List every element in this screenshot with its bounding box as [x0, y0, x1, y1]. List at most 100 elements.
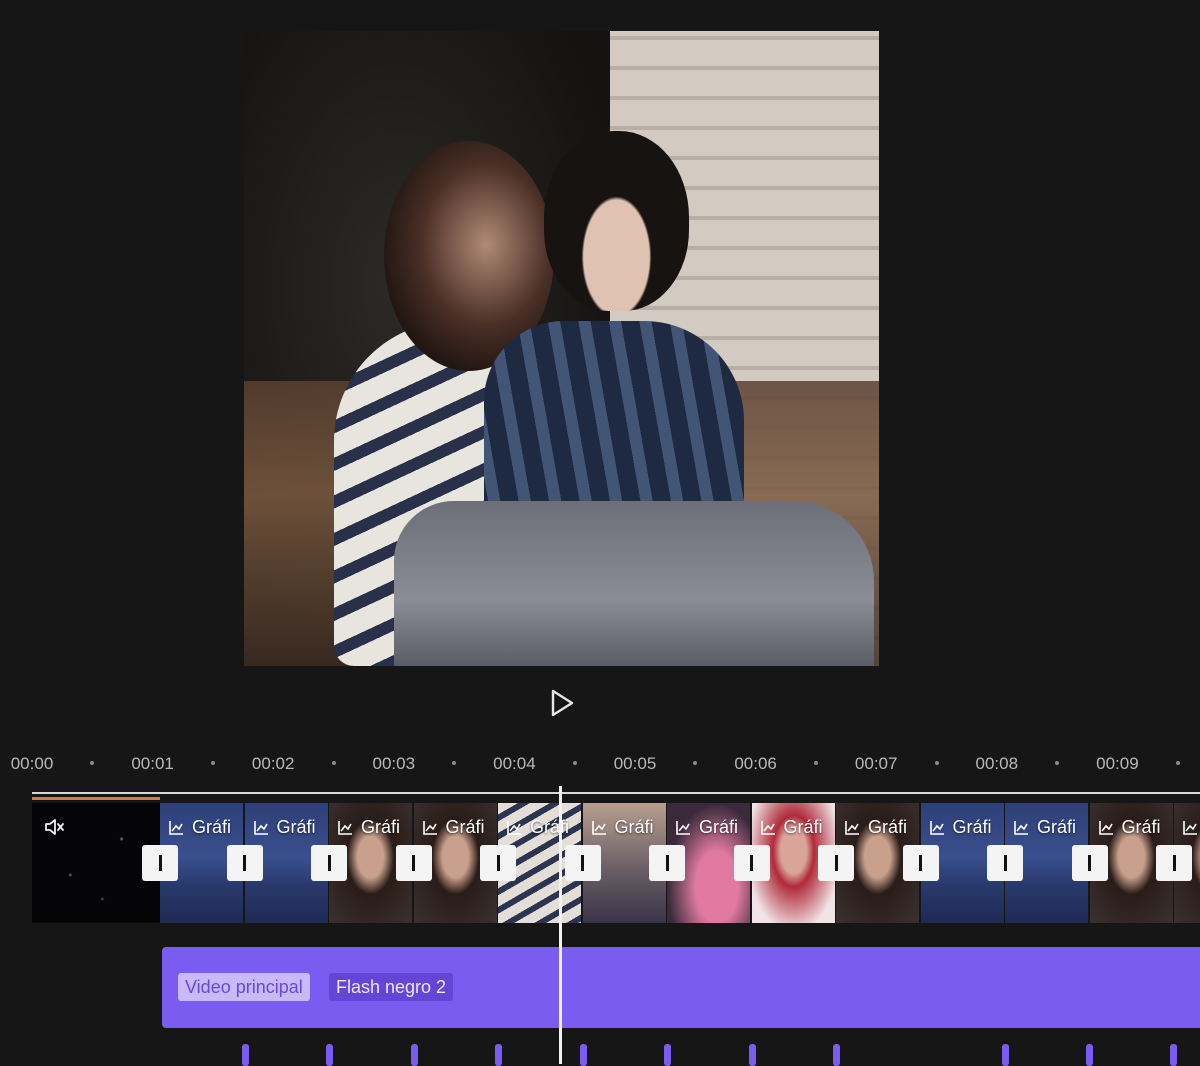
trim-handle[interactable] [649, 845, 685, 881]
ruler-dot [934, 761, 939, 765]
trim-handle[interactable] [142, 845, 178, 881]
ruler-label: 00:04 [493, 754, 536, 773]
beat-marker[interactable] [580, 1044, 587, 1066]
beat-marker[interactable] [495, 1044, 502, 1066]
beat-marker[interactable] [1086, 1044, 1093, 1066]
graph-icon [169, 820, 183, 835]
ruler-label: 00:06 [734, 754, 777, 773]
playhead[interactable] [559, 786, 562, 1064]
handle-grip [1172, 855, 1176, 871]
frame-effect-label: Gráfi [168, 817, 231, 838]
preview-blanket [394, 501, 874, 666]
graph-icon [422, 820, 437, 835]
handle-grip [158, 855, 162, 871]
handle-grip [1003, 855, 1007, 871]
frame-effect-label: Gráfi [422, 817, 485, 838]
beat-marker[interactable] [833, 1044, 840, 1066]
handle-grip [834, 855, 838, 871]
trim-handle[interactable] [226, 845, 263, 881]
graph-icon [929, 820, 944, 835]
handle-grip [412, 855, 415, 871]
video-preview [244, 31, 879, 666]
ruler-dot [210, 761, 215, 765]
trim-handle[interactable] [1071, 845, 1108, 881]
effect-label-text: Gráfi [1037, 817, 1077, 837]
frame-effect-label: Gráfi [760, 817, 823, 838]
beat-marker[interactable] [664, 1044, 671, 1066]
beat-marker[interactable] [326, 1044, 333, 1066]
tag-flash-negro[interactable]: Flash negro 2 [329, 973, 454, 1001]
effect-label-text: Gráfi [952, 817, 992, 837]
trim-handle[interactable] [564, 845, 601, 881]
graph-icon [1098, 820, 1113, 835]
beat-marker[interactable] [242, 1044, 249, 1066]
ruler-dot [1055, 761, 1060, 765]
trim-handle[interactable] [733, 845, 770, 881]
effect-label-text: Gráfi [783, 817, 823, 837]
ruler-dot [90, 761, 95, 765]
mute-icon[interactable] [44, 817, 66, 837]
effect-label-text: Gráfi [192, 817, 232, 837]
ruler-label: 00:09 [1096, 754, 1139, 773]
trim-handle[interactable] [987, 845, 1023, 881]
ruler-dot [813, 761, 818, 765]
video-track[interactable]: Gráfi Gráfi Gráfi Gráfi Gráfi Gráfi Gráfi Gráfi… [32, 803, 1200, 923]
effect-label-text: Gráfi [530, 817, 570, 837]
ruler-dot [693, 761, 698, 765]
beat-marker[interactable] [411, 1044, 418, 1066]
trim-handle[interactable] [818, 845, 854, 881]
beat-marker[interactable] [749, 1044, 756, 1066]
ruler-dot [331, 761, 336, 765]
frame-effect-label: Gráfi [1182, 817, 1200, 838]
effect-label-text: Gráfi [699, 817, 739, 837]
effect-label-text: Gráfi [614, 817, 654, 837]
frame-effect-label: Gráfi [337, 817, 400, 838]
trim-handle[interactable] [902, 845, 939, 881]
frame-effect-label: Gráfi [253, 817, 316, 838]
graph-icon [253, 820, 268, 835]
timeline-audio-accent [32, 797, 160, 800]
graph-icon [338, 820, 352, 835]
handle-grip [1088, 855, 1091, 871]
frame-effect-label: Gráfi [591, 817, 654, 838]
beat-marker[interactable] [1170, 1044, 1177, 1066]
timeline-baseline [32, 792, 1200, 794]
handle-grip [243, 855, 246, 871]
play-icon[interactable] [548, 688, 576, 718]
trim-handle[interactable] [1156, 845, 1192, 881]
handle-grip [750, 855, 753, 871]
handle-grip [665, 855, 669, 871]
ruler-dot [572, 761, 577, 765]
handle-grip [496, 855, 500, 871]
play-button[interactable] [546, 686, 578, 720]
graph-icon [676, 820, 690, 835]
effect-label-text: Gráfi [868, 817, 908, 837]
frame-effect-label: Gráfi [929, 817, 992, 838]
frame-effect-label: Gráfi [675, 817, 738, 838]
ruler-label: 00:08 [975, 754, 1019, 773]
effect-label-text: Gráfi [361, 817, 401, 837]
effect-label-text: Gráfi [276, 817, 316, 837]
time-ruler[interactable]: 00:00 00:01 00:02 00:03 00:04 00:05 00:06 00:07… [0, 745, 1200, 781]
beat-marker[interactable] [1002, 1044, 1009, 1066]
handle-grip [327, 855, 331, 871]
trim-handle[interactable] [311, 845, 347, 881]
graph-icon [760, 820, 775, 835]
effect-track[interactable]: Video principal Flash negro 2 [162, 947, 1200, 1028]
effect-label-text: Gráfi [445, 817, 485, 837]
ruler-label: 00:03 [372, 754, 416, 773]
frame-effect-label: Gráfi [1013, 817, 1076, 838]
effect-label-text: Gráfi [1121, 817, 1161, 837]
frame-effect-label: Gráfi [1098, 817, 1161, 838]
graph-icon [1014, 820, 1028, 835]
ruler-label: 00:07 [854, 754, 898, 773]
trim-handle[interactable] [480, 845, 516, 881]
handle-grip [919, 855, 922, 871]
ruler-dot [1175, 761, 1180, 765]
frame-effect-label: Gráfi [844, 817, 907, 838]
trim-handle[interactable] [395, 845, 432, 881]
graph-icon [591, 820, 606, 835]
ruler-label: 00:02 [251, 754, 295, 773]
preview-head-right [544, 131, 689, 311]
tag-video-principal[interactable]: Video principal [178, 973, 310, 1001]
